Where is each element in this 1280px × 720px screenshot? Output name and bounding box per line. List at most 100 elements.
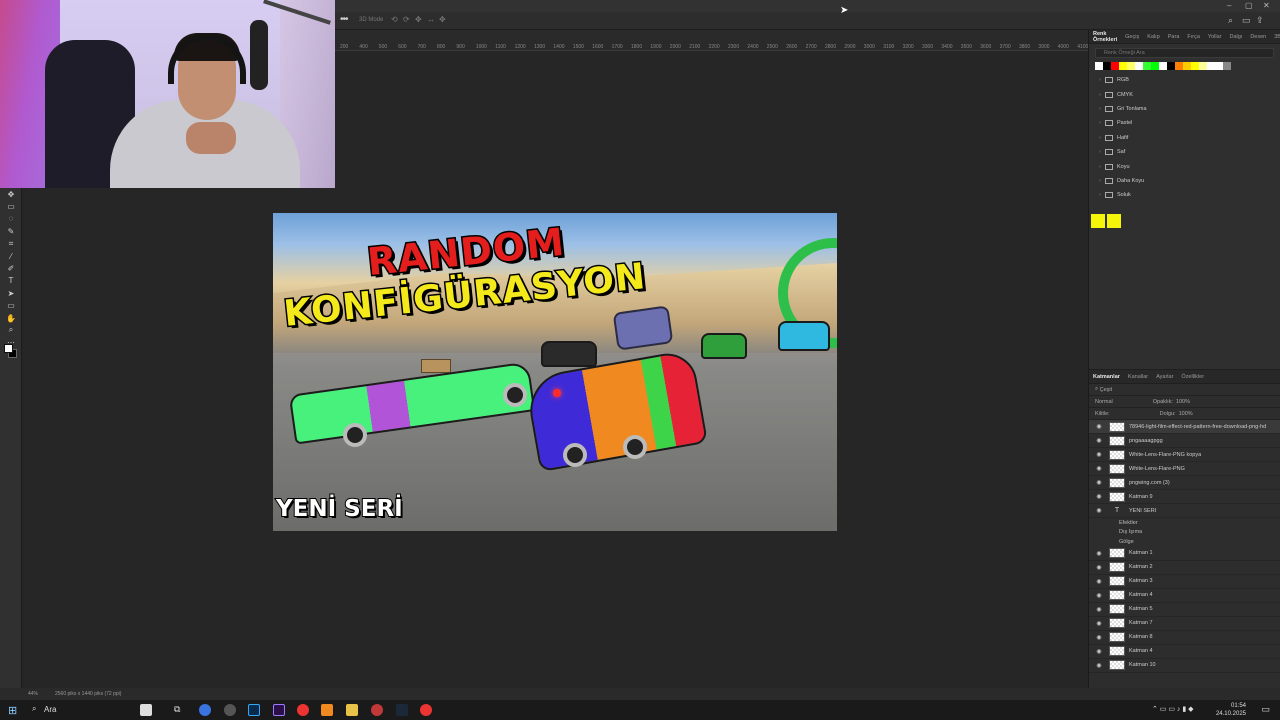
swatch-folder[interactable]: › Soluk [1089,188,1280,202]
swatches-tab[interactable]: Fırça [1183,34,1204,40]
chrome-icon[interactable] [420,704,432,716]
maximize-button[interactable]: ▢ [1245,1,1253,10]
swatch-folder[interactable]: › Pastel [1089,116,1280,130]
cat-widget-icon[interactable] [140,704,152,716]
layer-name[interactable]: White-Lens-Flare-PNG [1129,466,1185,472]
layer-name[interactable]: YENİ SERİ [1129,508,1156,514]
layer-row[interactable]: ◉ Katman 4 [1089,645,1280,659]
clock[interactable]: 01:54 24.10.2025 [1216,702,1246,718]
photoshop-icon[interactable] [248,704,260,716]
eye-icon[interactable]: ◉ [1093,465,1105,472]
color-swatch[interactable] [1111,62,1119,70]
layer-name[interactable]: Katman 7 [1129,620,1153,626]
color-swatch[interactable] [1223,62,1231,70]
drag-icon[interactable]: ✥ [415,15,422,24]
share-icon[interactable]: ⇪ [1256,15,1264,26]
custom-swatch-yellow[interactable] [1107,214,1121,228]
swatches-tab[interactable]: 3B [1270,34,1280,40]
path-select-icon[interactable]: ➤ [0,287,22,299]
layer-name[interactable]: pngaaaagpgg [1129,438,1163,444]
layer-row[interactable]: ◉ Katman 2 [1089,561,1280,575]
layer-name[interactable]: pngwing.com (3) [1129,480,1170,486]
color-swatch[interactable] [1215,62,1223,70]
swatches-tab[interactable]: Renk Örnekleri [1089,31,1121,43]
file-explorer-icon[interactable] [346,704,358,716]
eye-icon[interactable]: ◉ [1093,423,1105,430]
eye-icon[interactable]: ◉ [1093,662,1105,669]
color-swatch[interactable] [1167,62,1175,70]
layer-row[interactable]: ◉ Katman 5 [1089,603,1280,617]
layer-name[interactable]: Katman 8 [1129,634,1153,640]
layer-row[interactable]: ◉ Katman 3 [1089,575,1280,589]
custom-swatch-yellow[interactable] [1091,214,1105,228]
layer-name[interactable]: Katman 2 [1129,564,1153,570]
layer-name[interactable]: White-Lens-Flare-PNG kopya [1129,452,1201,458]
layers-tab[interactable]: Katmanlar [1089,374,1124,380]
swatch-search-input[interactable]: Renk Örneği Ara [1095,48,1274,58]
document-canvas[interactable]: RANDOM KONFİGÜRASYON YENİ SERİ [273,213,837,531]
color-swatch[interactable] [1159,62,1167,70]
eye-icon[interactable]: ◉ [1093,592,1105,599]
start-icon[interactable]: ⊞ [8,704,17,717]
task-view-icon[interactable]: ⧉ [174,704,186,716]
eye-icon[interactable]: ◉ [1093,634,1105,641]
swatch-folder[interactable]: › RGB [1089,73,1280,87]
layer-row[interactable]: ◉ Katman 8 [1089,631,1280,645]
minimize-button[interactable]: – [1227,1,1231,10]
eye-icon[interactable]: ◉ [1093,620,1105,627]
eye-icon[interactable]: ◉ [1093,451,1105,458]
layer-row[interactable]: ◉ Katman 4 [1089,589,1280,603]
layer-name[interactable]: Katman 9 [1129,494,1153,500]
color-swatch[interactable] [1143,62,1151,70]
swatches-tab[interactable]: Dalgı [1225,34,1246,40]
swatch-folder[interactable]: › Gri Tonlama [1089,102,1280,116]
layer-row[interactable]: ◉ White-Lens-Flare-PNG [1089,462,1280,476]
layers-tab[interactable]: Kanallar [1124,374,1152,380]
swatches-tab[interactable]: Desen [1246,34,1270,40]
swatch-folder[interactable]: › Koyu [1089,159,1280,173]
layer-effect[interactable]: Gölge [1089,537,1280,547]
eye-icon[interactable]: ◉ [1093,648,1105,655]
github-icon[interactable] [224,704,236,716]
obs-icon[interactable] [371,704,383,716]
layer-name[interactable]: Katman 1 [1129,550,1153,556]
eye-icon[interactable]: ◉ [1093,479,1105,486]
swatch-folder[interactable]: › Daha Koyu [1089,174,1280,188]
color-swatch[interactable] [1103,62,1111,70]
brush-tool-icon[interactable]: ✐ [0,262,22,274]
slide-icon[interactable]: ↔ [427,15,435,24]
swatch-folder[interactable]: › CMYK [1089,87,1280,101]
eyedropper-icon[interactable]: ⁄ [0,250,22,262]
swatches-tab[interactable]: Yollar [1204,34,1226,40]
layer-name[interactable]: Katman 10 [1129,662,1156,668]
workspace-icon[interactable]: ▭ [1242,15,1251,26]
zoom-tool-icon[interactable]: ⌕ [0,324,22,336]
blend-mode-select[interactable]: Normal [1095,399,1113,405]
layer-row[interactable]: ◉ 78946-light-film-effect-red-pattern-fre… [1089,420,1280,434]
layer-row[interactable]: ◉ Katman 10 [1089,659,1280,673]
layer-row[interactable]: ◉ White-Lens-Flare-PNG kopya [1089,448,1280,462]
layers-tab[interactable]: Özellikler [1177,374,1208,380]
search-icon[interactable]: ⌕ [1228,15,1233,26]
color-swatch[interactable] [1135,62,1143,70]
type-tool-icon[interactable]: T [0,275,22,287]
layer-row[interactable]: ◉ Katman 9 [1089,490,1280,504]
zoom-level[interactable]: 44% [28,691,38,697]
eye-icon[interactable]: ◉ [1093,493,1105,500]
quick-select-icon[interactable]: ✎ [0,225,22,237]
lasso-tool-icon[interactable]: ◌ [0,213,22,225]
chrome-icon[interactable] [297,704,309,716]
app-icon[interactable] [321,704,333,716]
color-swatch[interactable] [1199,62,1207,70]
crop-tool-icon[interactable]: ⌗ [0,238,22,250]
roll-icon[interactable]: ⟳ [403,15,410,24]
shape-tool-icon[interactable]: ▭ [0,300,22,312]
swatches-tab[interactable]: Kalıp [1143,34,1164,40]
layer-row[interactable]: ◉ pngaaaagpgg [1089,434,1280,448]
marquee-tool-icon[interactable]: ▭ [0,200,22,212]
swatches-tab[interactable]: Para [1164,34,1184,40]
filter-kind-select[interactable]: Çeşit [1100,387,1113,393]
color-swatch[interactable] [1127,62,1135,70]
layer-name[interactable]: Katman 4 [1129,648,1153,654]
swatches-tab[interactable]: Geçiş [1121,34,1143,40]
